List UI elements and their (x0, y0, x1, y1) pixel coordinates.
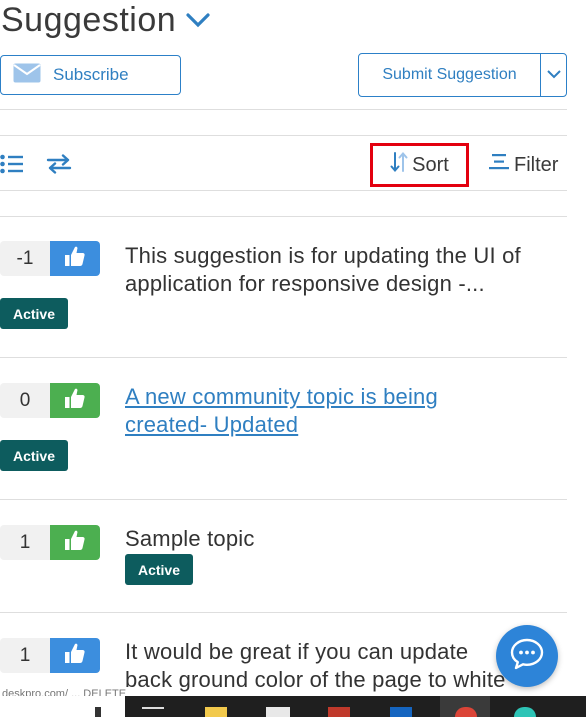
status-badge: Active (125, 554, 193, 585)
status-badge: Active (0, 440, 68, 471)
suggestion-title[interactable]: Sample topic (125, 525, 255, 553)
upvote-button[interactable] (50, 525, 100, 560)
filter-label: Filter (514, 153, 559, 176)
title-line: A new community topic is being (125, 384, 438, 409)
thumbs-up-icon (64, 245, 86, 272)
vote-count: 1 (0, 638, 50, 673)
suggestion-title[interactable]: This suggestion is for updating the UI o… (125, 242, 521, 298)
divider (0, 109, 567, 110)
title-line: It would be great if you can update (125, 639, 469, 664)
vote-control: 0 (0, 383, 100, 418)
subscribe-label: Subscribe (53, 65, 129, 84)
list-item: 1 Sample topic Active (0, 499, 586, 612)
page-title: Suggestion (1, 1, 177, 39)
chevron-down-icon (546, 66, 562, 84)
submit-suggestion-button[interactable]: Submit Suggestion (358, 53, 541, 97)
submit-options-dropdown[interactable] (540, 53, 567, 97)
chevron-down-icon[interactable] (186, 12, 210, 33)
vote-count: 0 (0, 383, 50, 418)
list-view-icon[interactable] (0, 154, 24, 179)
sort-label: Sort (412, 153, 449, 176)
vote-count: -1 (0, 241, 50, 276)
filter-lines-icon (488, 151, 514, 179)
os-taskbar (0, 696, 586, 717)
title-line: application for responsive design -... (125, 271, 485, 296)
chat-icon (510, 638, 544, 675)
upvote-button[interactable] (50, 638, 100, 673)
title-line: This suggestion is for updating the UI o… (125, 243, 521, 268)
swap-arrows-icon[interactable] (46, 154, 72, 179)
upvote-button[interactable] (50, 241, 100, 276)
thumbs-up-icon (64, 529, 86, 556)
store-icon[interactable] (266, 707, 290, 717)
upvote-button[interactable] (50, 383, 100, 418)
task-view-icon[interactable] (142, 707, 164, 717)
search-icon[interactable] (95, 707, 101, 717)
title-line: Sample topic (125, 526, 255, 551)
list-item: 0 Active A new community topic is being … (0, 357, 586, 499)
app-icon[interactable] (328, 707, 350, 717)
edge-icon[interactable] (514, 707, 536, 717)
sort-button[interactable]: Sort (370, 143, 469, 187)
submit-suggestion-label: Submit Suggestion (382, 66, 517, 83)
status-badge: Active (0, 298, 68, 329)
vote-control: 1 (0, 525, 100, 560)
envelope-icon (13, 63, 41, 88)
sort-arrows-icon (390, 151, 412, 179)
title-line: created- Updated (125, 412, 299, 437)
suggestion-title[interactable]: It would be great if you can update back… (125, 638, 506, 694)
taskbar-search-area[interactable] (0, 696, 125, 717)
mail-icon[interactable] (390, 707, 412, 717)
divider (0, 135, 567, 136)
vote-control: -1 (0, 241, 100, 276)
list-item: -1 Active This suggestion is for updatin… (0, 216, 586, 357)
thumbs-up-icon (64, 642, 86, 669)
folder-icon[interactable] (205, 707, 227, 717)
divider (0, 190, 567, 191)
thumbs-up-icon (64, 387, 86, 414)
suggestion-title-link[interactable]: A new community topic is being created- … (125, 383, 438, 439)
subscribe-button[interactable]: Subscribe (0, 55, 181, 95)
filter-button[interactable]: Filter (488, 148, 558, 182)
vote-count: 1 (0, 525, 50, 560)
page-header: Suggestion (0, 0, 210, 40)
vote-control: 1 (0, 638, 100, 673)
chat-widget-button[interactable] (496, 625, 558, 687)
